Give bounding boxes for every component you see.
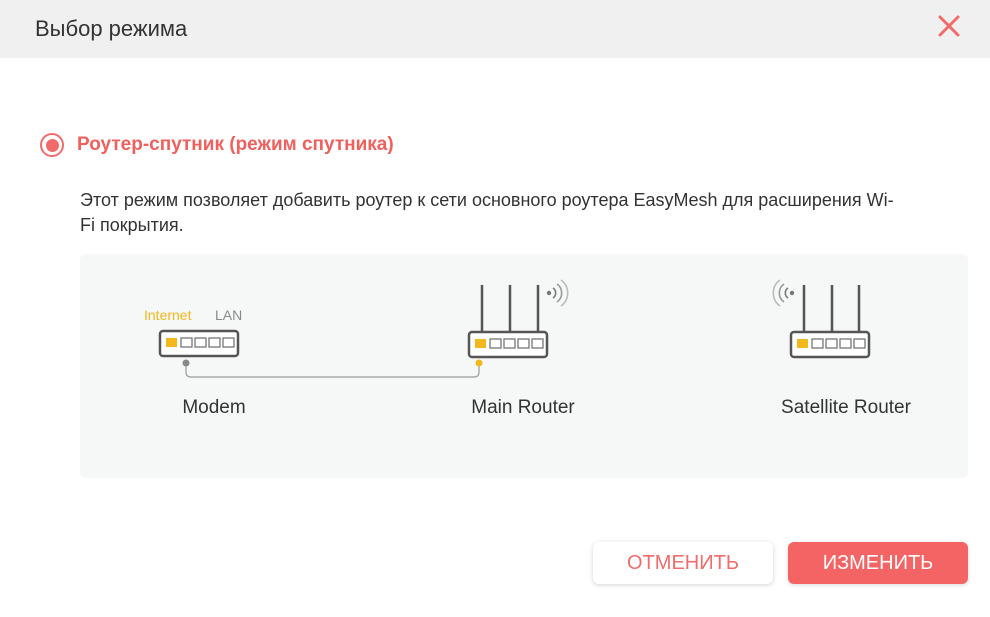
device-label-modem: Modem bbox=[182, 397, 246, 418]
change-button[interactable]: ИЗМЕНИТЬ bbox=[788, 542, 968, 584]
wifi-signal-icon bbox=[546, 279, 569, 307]
satellite-router-icon bbox=[789, 285, 871, 359]
diagram-graphics bbox=[158, 279, 871, 378]
close-button[interactable] bbox=[932, 12, 966, 42]
wifi-receive-icon bbox=[772, 279, 795, 307]
ethernet-cable bbox=[182, 359, 483, 378]
cancel-button[interactable]: ОТМЕНИТЬ bbox=[593, 542, 773, 584]
mode-option-label: Роутер-спутник (режим спутника) bbox=[77, 134, 394, 155]
mode-option-satellite[interactable]: Роутер-спутник (режим спутника) bbox=[40, 132, 394, 158]
modem-icon bbox=[158, 329, 240, 358]
radio-selected-dot bbox=[45, 138, 59, 152]
device-label-main-router: Main Router bbox=[471, 397, 575, 418]
topology-diagram: Internet LAN Modem Main Router Satellite… bbox=[80, 254, 968, 478]
mode-description: Этот режим позволяет добавить роутер к с… bbox=[80, 190, 894, 235]
dialog-header: Выбор режима bbox=[0, 0, 990, 58]
device-label-satellite-router: Satellite Router bbox=[781, 397, 911, 418]
mode-radio[interactable] bbox=[40, 133, 64, 157]
main-router-icon bbox=[467, 285, 549, 359]
close-icon bbox=[938, 15, 960, 37]
dialog-title: Выбор режима bbox=[35, 16, 188, 41]
